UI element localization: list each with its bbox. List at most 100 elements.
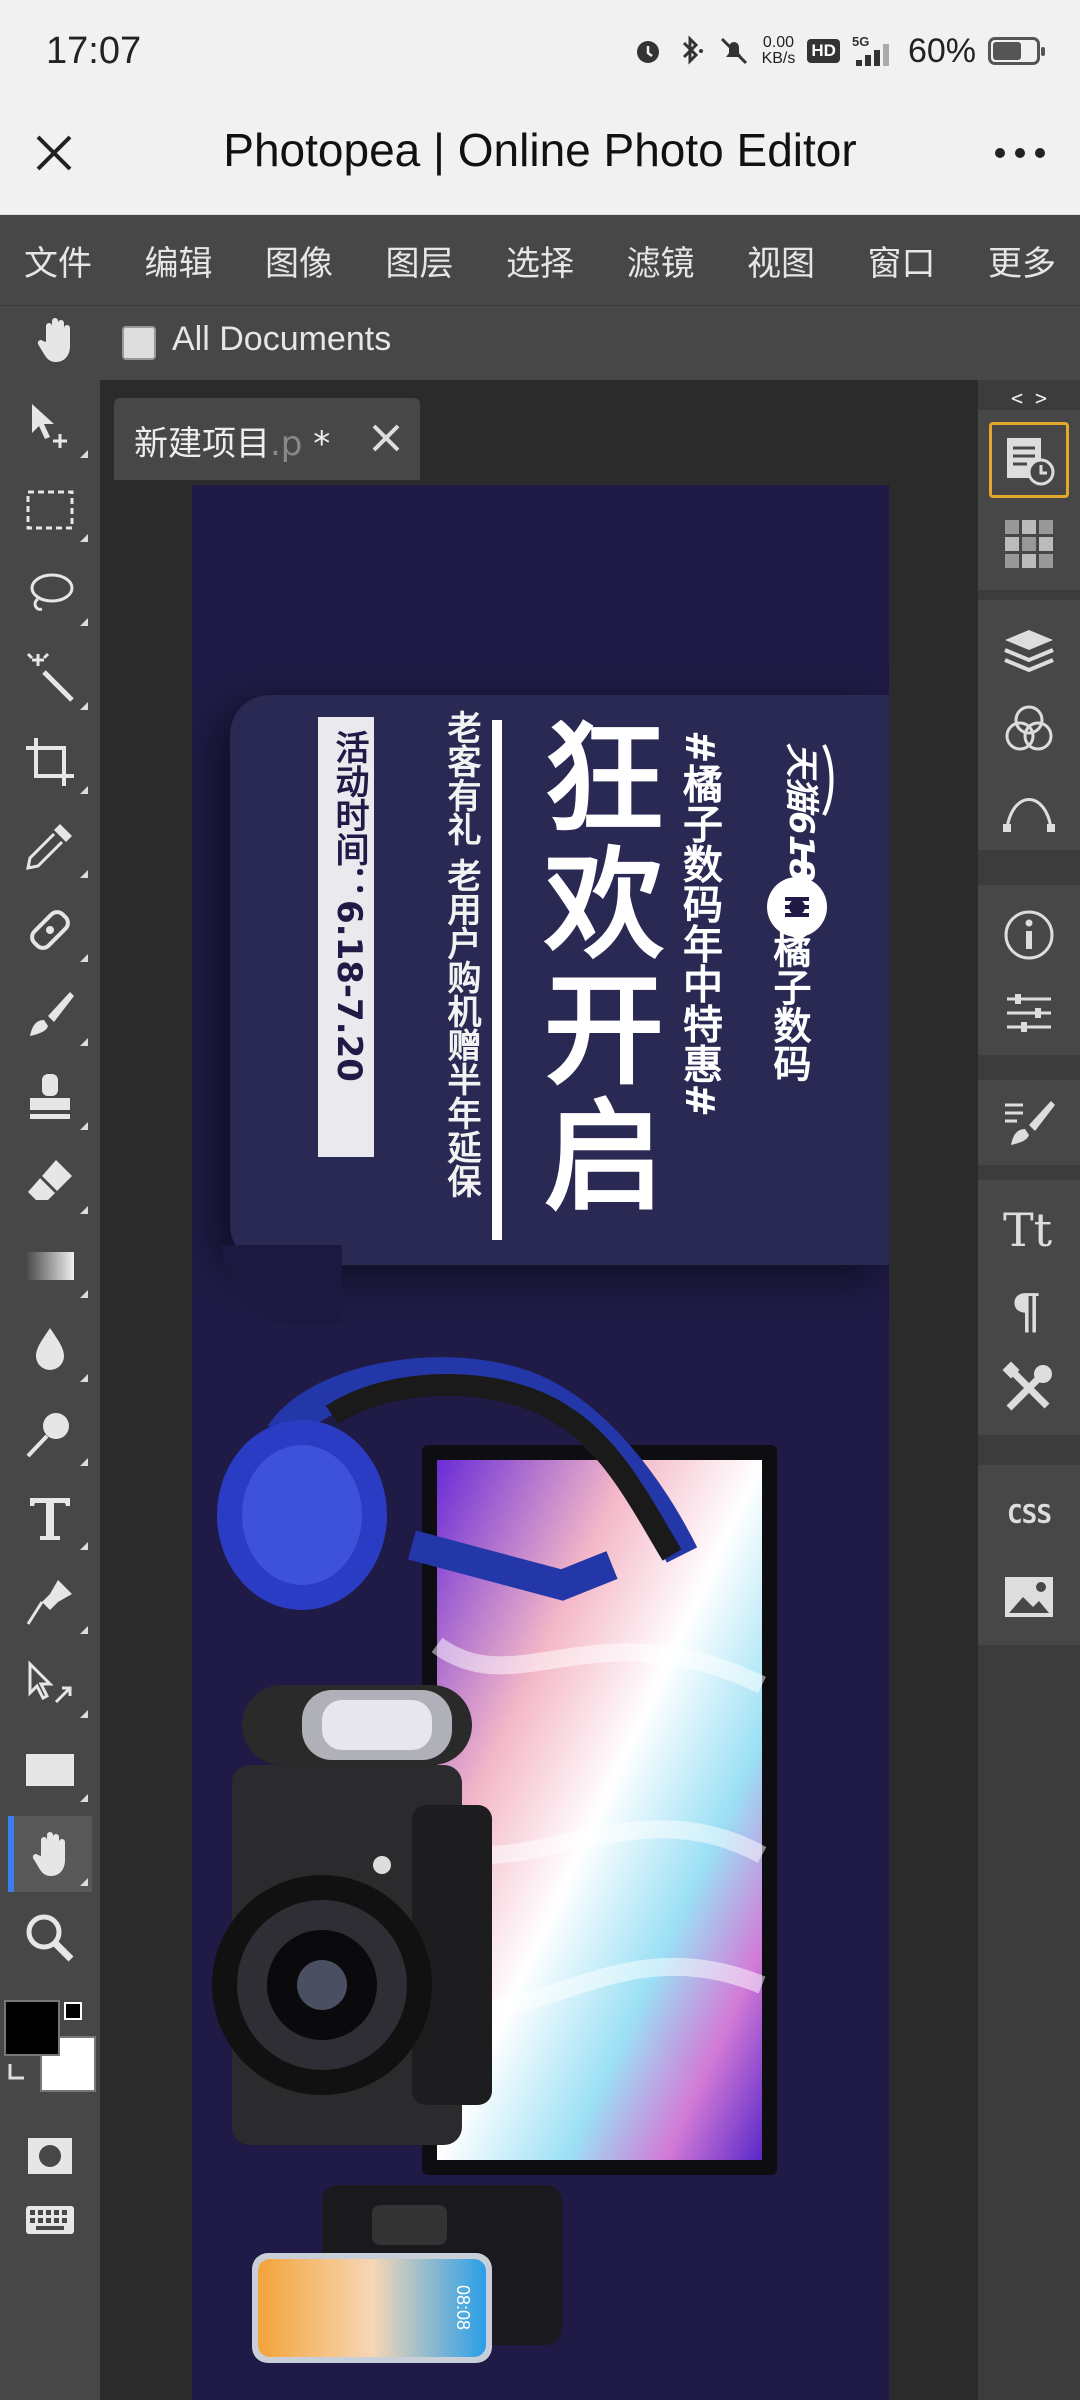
lasso-tool[interactable] (8, 556, 92, 632)
swap-colors-icon[interactable] (6, 2060, 36, 2090)
channels-panel-button[interactable] (989, 692, 1069, 768)
menu-file[interactable]: 文件 (24, 236, 92, 285)
banner-headline: 狂欢开启 (523, 715, 662, 1219)
menu-image[interactable]: 图像 (265, 236, 333, 285)
color-swatches[interactable] (4, 2000, 96, 2092)
magic-wand-icon (26, 652, 74, 702)
page-title: Photopea | Online Photo Editor (223, 124, 857, 176)
dock-group-css: CSS (978, 1465, 1080, 1645)
more-options-button[interactable] (988, 127, 1052, 179)
signal-icon: 5G (852, 34, 896, 68)
properties-panel-button[interactable] (989, 975, 1069, 1051)
move-tool[interactable] (8, 388, 92, 464)
all-documents-label: All Documents (172, 320, 392, 358)
gradient-tool[interactable] (8, 1228, 92, 1304)
marquee-tool[interactable] (8, 472, 92, 548)
gradient-icon (26, 1252, 74, 1280)
dodge-tool[interactable] (8, 1396, 92, 1472)
default-colors-icon[interactable] (64, 2002, 82, 2020)
hand-tool[interactable] (8, 1816, 92, 1892)
swatches-grid-icon (1005, 520, 1053, 568)
swatches-panel-button[interactable] (989, 506, 1069, 582)
history-panel-button[interactable] (989, 422, 1069, 498)
dock-group-info (978, 885, 1080, 1055)
character-panel-button[interactable]: Tt (989, 1190, 1069, 1266)
close-tab-icon[interactable] (366, 418, 406, 458)
pen-nib-icon (26, 1580, 72, 1625)
menu-more[interactable]: 更多 (988, 236, 1056, 285)
magic-wand-tool[interactable] (8, 640, 92, 716)
dock-group-brush (978, 1080, 1080, 1165)
dock-group-layers (978, 600, 1080, 850)
quick-mask-icon (28, 2138, 72, 2174)
banner-divider (492, 720, 502, 1240)
menu-layer[interactable]: 图层 (386, 236, 454, 285)
tools-panel (0, 380, 100, 2400)
status-time: 17:07 (46, 30, 142, 72)
healing-brush-tool[interactable] (8, 892, 92, 968)
svg-text:Tt: Tt (1003, 1203, 1053, 1256)
layers-panel-button[interactable] (989, 612, 1069, 688)
document-workspace: 新建项目.p * 活动时间：6.18-7.20 老客有礼 老用户购机赠半年延保 … (100, 380, 978, 2400)
direct-select-tool[interactable] (8, 1648, 92, 1724)
menu-edit[interactable]: 编辑 (145, 236, 213, 285)
menu-bar: 文件 编辑 图像 图层 选择 滤镜 视图 窗口 更多 (0, 215, 1080, 305)
brand-logo-icon (767, 877, 827, 937)
direct-select-icon (28, 1660, 72, 1704)
brush-icon (30, 992, 74, 1036)
keyboard-button[interactable] (8, 2182, 92, 2258)
info-panel-button[interactable] (989, 897, 1069, 973)
type-tool[interactable] (8, 1480, 92, 1556)
history-icon (1007, 438, 1055, 486)
canvas-image[interactable]: 活动时间：6.18-7.20 老客有礼 老用户购机赠半年延保 狂欢开启 #橘子数… (192, 485, 889, 2400)
pen-tool[interactable] (8, 1564, 92, 1640)
banner-hashtag: #橘子数码年中特惠# (676, 730, 722, 1118)
css-panel-button[interactable]: CSS (989, 1477, 1069, 1553)
brush-settings-panel-button[interactable] (989, 1085, 1069, 1161)
crop-tool[interactable] (8, 724, 92, 800)
zoom-tool[interactable] (8, 1900, 92, 1976)
foreground-swatch[interactable] (4, 2000, 60, 2056)
channels-circles-icon (1005, 705, 1053, 751)
menu-view[interactable]: 视图 (747, 236, 815, 285)
wrench-tools-icon (1002, 1361, 1052, 1411)
image-panel-button[interactable] (989, 1559, 1069, 1635)
banner-subline: 老客有礼 老用户购机赠半年延保 (441, 710, 481, 1198)
clone-stamp-tool[interactable] (8, 1060, 92, 1136)
menu-window[interactable]: 窗口 (868, 236, 936, 285)
paths-panel-button[interactable] (989, 770, 1069, 846)
menu-select[interactable]: 选择 (506, 236, 574, 285)
blur-tool[interactable] (8, 1312, 92, 1388)
droplet-icon (36, 1328, 64, 1370)
bezier-path-icon (1003, 798, 1055, 832)
rectangle-shape-icon (26, 1754, 74, 1786)
hd-badge: HD (807, 39, 840, 63)
dock-collapse-toggle[interactable]: < > (978, 386, 1080, 410)
paragraph-icon: ¶ (1011, 1284, 1042, 1336)
paragraph-panel-button[interactable]: ¶ (989, 1270, 1069, 1346)
menu-filter[interactable]: 滤镜 (627, 236, 695, 285)
lasso-icon (30, 573, 74, 611)
document-tab[interactable]: 新建项目.p * (114, 398, 420, 480)
tool-presets-panel-button[interactable] (989, 1350, 1069, 1426)
move-arrow-icon (32, 404, 67, 448)
stamp-icon (30, 1074, 70, 1119)
svg-text:5G: 5G (852, 34, 869, 49)
dock-group-history (978, 410, 1080, 590)
banner-brand: 橘子数码 (767, 930, 811, 1082)
eyedropper-tool[interactable] (8, 808, 92, 884)
dock-group-type: Tt ¶ (978, 1180, 1080, 1435)
all-documents-checkbox[interactable] (122, 326, 156, 360)
browser-title-bar: Photopea | Online Photo Editor (0, 105, 1080, 215)
info-icon (1004, 910, 1054, 960)
rect-select-icon (26, 490, 74, 530)
sliders-icon (1007, 994, 1051, 1032)
bandage-icon (30, 910, 70, 950)
shape-tool[interactable] (8, 1732, 92, 1808)
eraser-tool[interactable] (8, 1144, 92, 1220)
right-panel-dock: < > Tt ¶ CSS (978, 380, 1080, 2400)
brush-tool[interactable] (8, 976, 92, 1052)
net-speed: 0.00 KB/s (761, 34, 796, 67)
css-icon: CSS (1007, 1500, 1052, 1530)
eyedropper-icon (26, 824, 72, 870)
